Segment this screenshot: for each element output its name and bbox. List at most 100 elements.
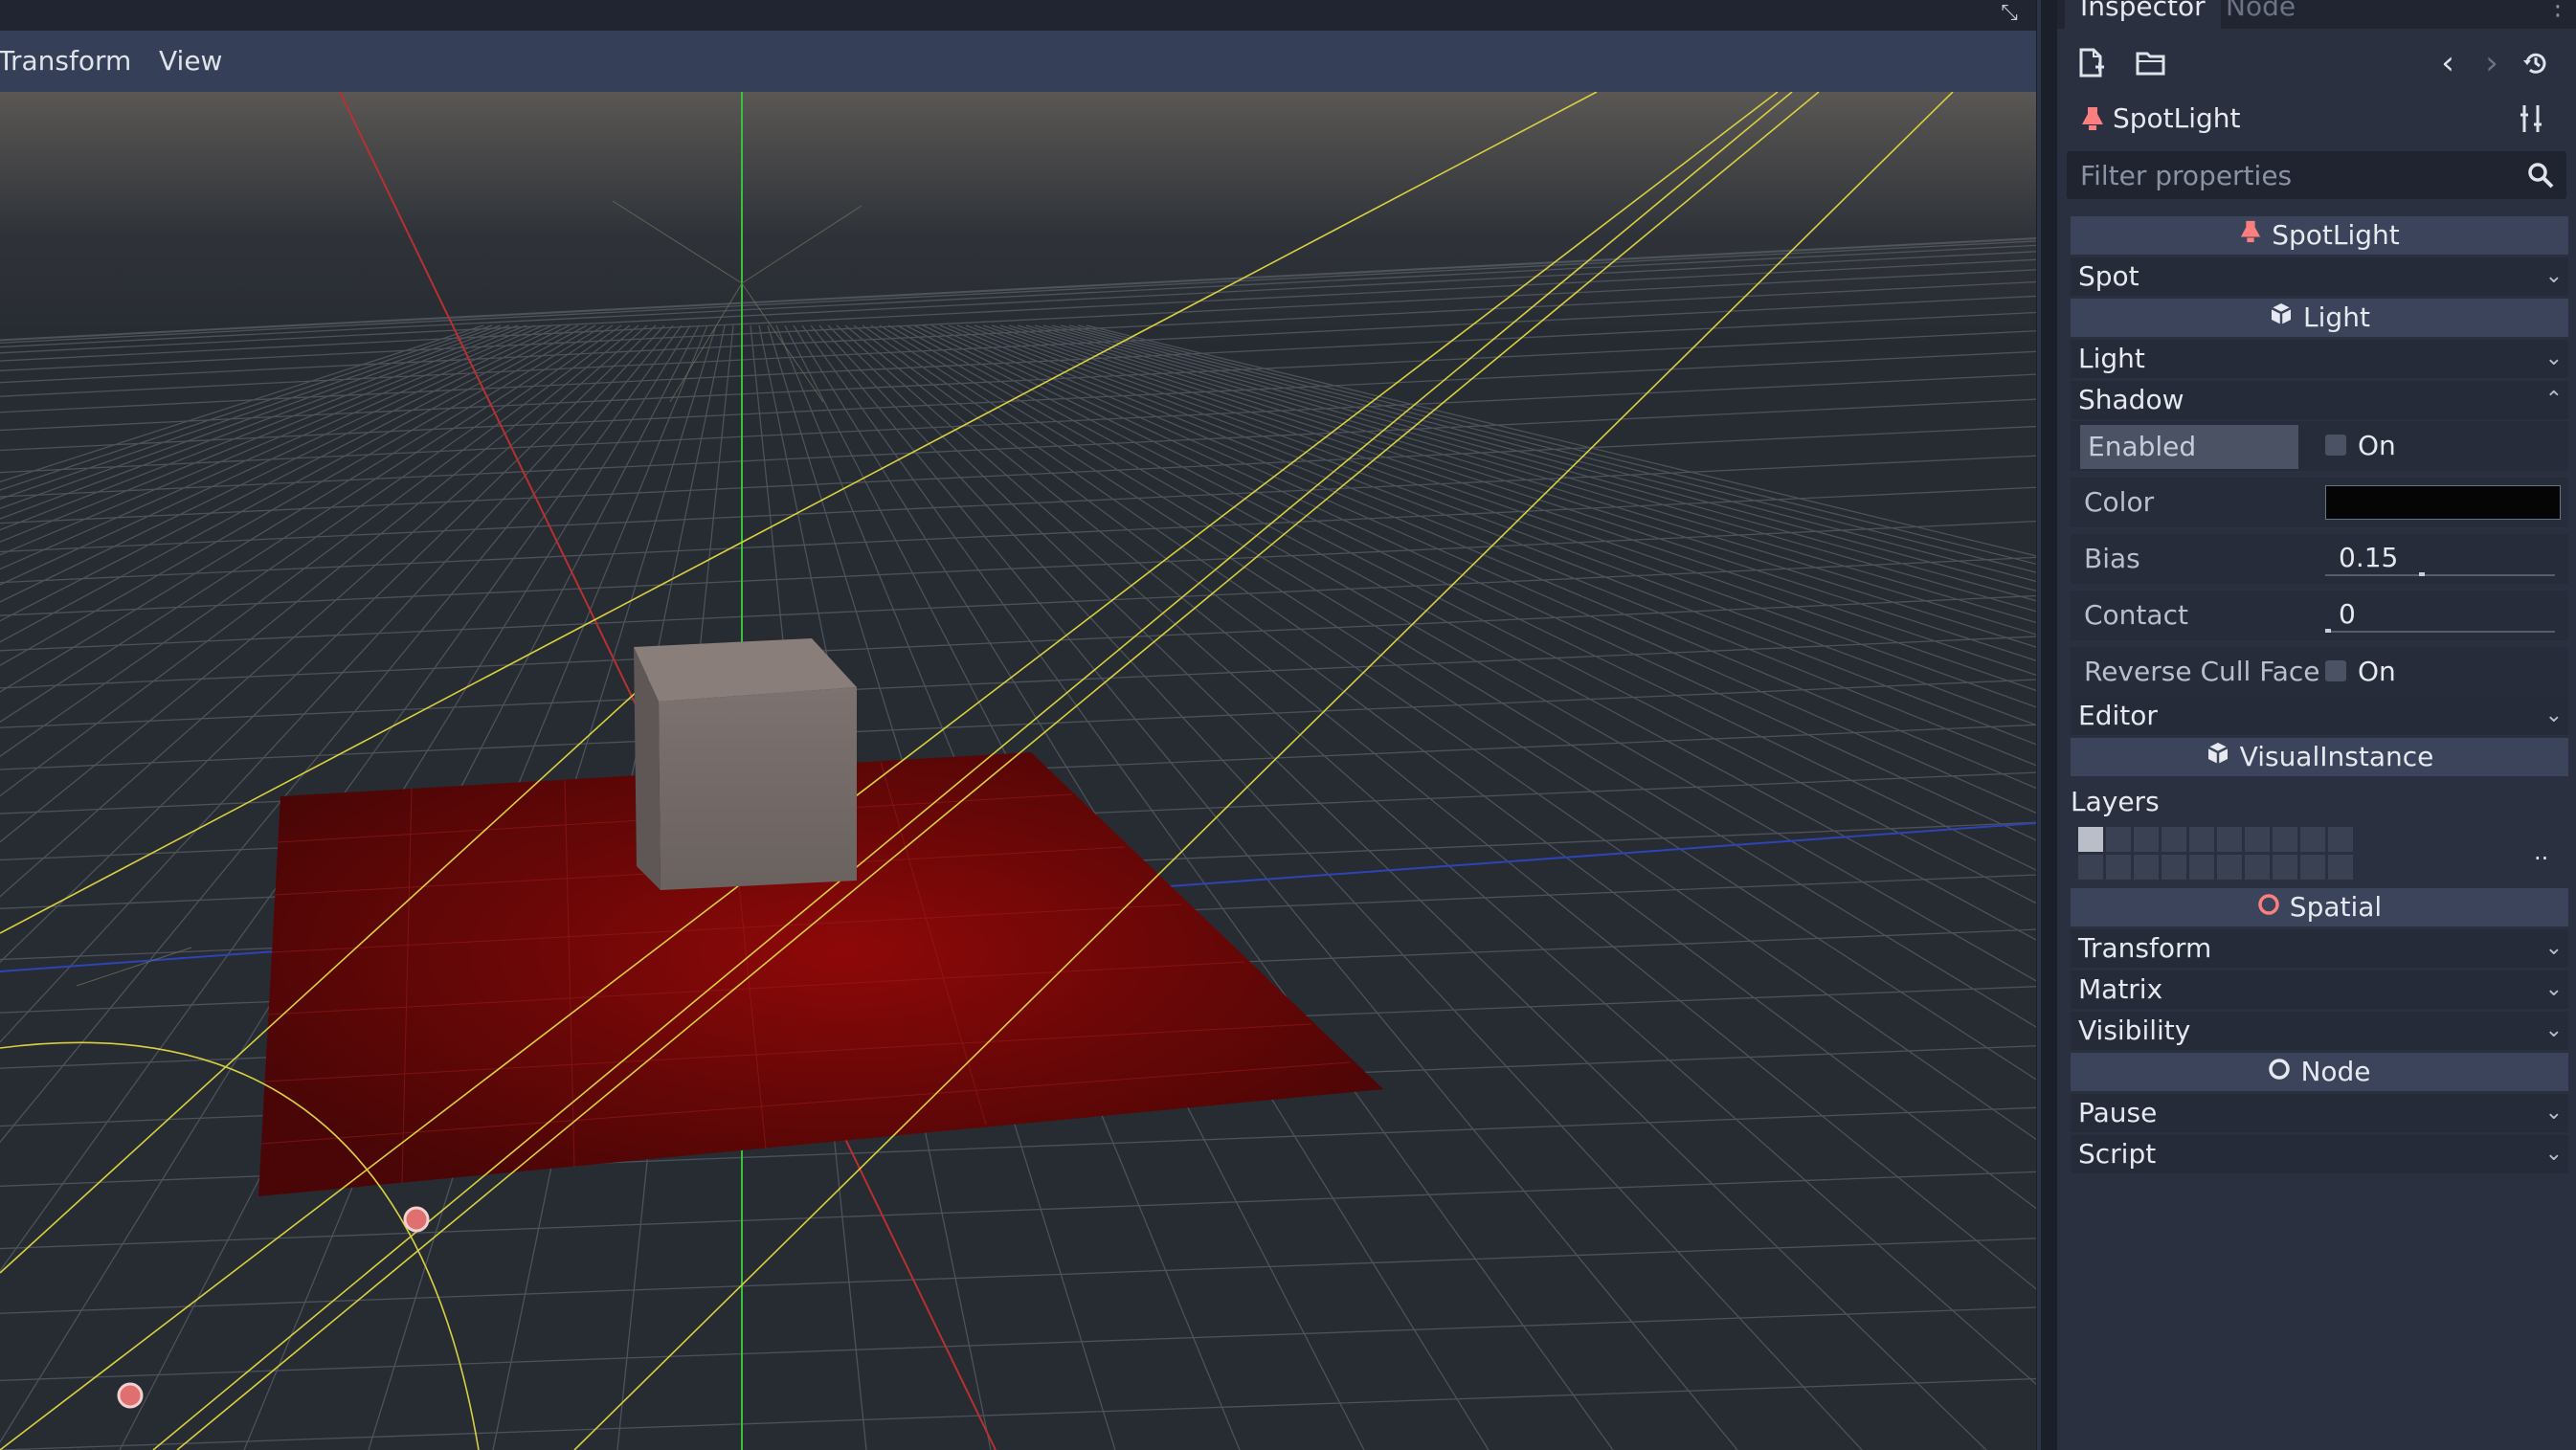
layer-cell[interactable]	[2328, 855, 2353, 880]
prop-shadow-enabled: Enabled On	[2071, 421, 2568, 471]
layer-cell[interactable]	[2134, 827, 2159, 852]
layer-cell[interactable]	[2273, 827, 2297, 852]
section-spotlight: SpotLight	[2071, 216, 2568, 255]
expand-icon[interactable]: ⤡	[1995, 2, 2024, 25]
panel-divider-line	[2037, 0, 2041, 1450]
layer-cell[interactable]	[2134, 855, 2159, 880]
layers-grid[interactable]	[2078, 827, 2356, 881]
layer-cell[interactable]	[2245, 827, 2270, 852]
shadow-color-picker[interactable]	[2318, 478, 2568, 527]
layer-cell[interactable]	[2078, 855, 2103, 880]
layer-cell[interactable]	[2328, 827, 2353, 852]
layer-cell[interactable]	[2300, 827, 2325, 852]
section-visual-instance-label: VisualInstance	[2239, 741, 2434, 772]
chevron-down-icon: ⌄	[2544, 936, 2563, 960]
reverse-cull-face-value: On	[2358, 656, 2396, 687]
inspector-panel: Inspector Node ⋮ ‹ › SpotLight SpotLight	[2057, 0, 2576, 1450]
section-light: Light	[2071, 299, 2568, 337]
layer-cell[interactable]	[2217, 827, 2242, 852]
tab-node[interactable]: Node	[2210, 0, 2311, 29]
reverse-cull-face-checkbox[interactable]: On	[2318, 647, 2568, 697]
light-handle-2[interactable]	[117, 1382, 144, 1409]
chevron-down-icon: ⌄	[2544, 346, 2563, 370]
group-matrix[interactable]: Matrix ⌄	[2071, 970, 2568, 1009]
checkbox-icon	[2325, 660, 2346, 681]
layer-cell[interactable]	[2106, 827, 2131, 852]
layer-cell[interactable]	[2106, 855, 2131, 880]
dock-menu-icon[interactable]: ⋮	[2545, 0, 2570, 21]
group-pause-label: Pause	[2078, 1097, 2158, 1128]
slider-track	[2325, 574, 2555, 576]
group-pause[interactable]: Pause ⌄	[2071, 1094, 2568, 1132]
chevron-down-icon: ⌄	[2544, 703, 2563, 727]
back-arrow-icon[interactable]: ‹	[2429, 44, 2467, 82]
section-spotlight-label: SpotLight	[2272, 219, 2400, 251]
object-tools-icon[interactable]	[2515, 101, 2549, 136]
prop-reverse-cull-face-label: Reverse Cull Face	[2084, 656, 2320, 687]
shadow-enabled-value: On	[2358, 430, 2396, 461]
spotlight-class-icon	[2239, 216, 2262, 255]
layer-cell[interactable]	[2162, 827, 2186, 852]
open-resource-icon[interactable]	[2132, 44, 2170, 82]
history-icon[interactable]	[2517, 44, 2555, 82]
view-menu[interactable]: View	[153, 31, 228, 92]
group-light[interactable]: Light ⌄	[2071, 340, 2568, 378]
chevron-down-icon: ⌄	[2544, 1142, 2563, 1166]
checkbox-icon	[2325, 435, 2346, 456]
spotlight-icon	[2080, 105, 2105, 132]
group-spot-label: Spot	[2078, 260, 2139, 292]
layer-cell[interactable]	[2162, 855, 2186, 880]
group-visibility[interactable]: Visibility ⌄	[2071, 1012, 2568, 1050]
layer-cell[interactable]	[2078, 827, 2103, 852]
section-spatial-label: Spatial	[2289, 891, 2383, 923]
group-visibility-label: Visibility	[2078, 1015, 2191, 1046]
layer-cell[interactable]	[2300, 855, 2325, 880]
chevron-down-icon: ⌄	[2544, 1018, 2563, 1042]
group-transform[interactable]: Transform ⌄	[2071, 929, 2568, 968]
group-shadow-label: Shadow	[2078, 384, 2184, 415]
slider-grabber[interactable]	[2419, 572, 2425, 576]
new-resource-icon[interactable]	[2072, 44, 2111, 82]
group-spot[interactable]: Spot ⌄	[2071, 257, 2568, 296]
layer-cell[interactable]	[2217, 855, 2242, 880]
light-handle-1[interactable]	[403, 1206, 430, 1233]
group-script-label: Script	[2078, 1138, 2157, 1170]
edited-object-row: SpotLight	[2057, 100, 2576, 138]
layer-cell[interactable]	[2189, 855, 2214, 880]
viewport-top-strip: ⤡	[0, 0, 2036, 31]
forward-arrow-icon[interactable]: ›	[2473, 44, 2511, 82]
prop-reverse-cull-face: Reverse Cull Face On	[2071, 647, 2568, 697]
search-icon[interactable]	[2526, 161, 2555, 190]
section-visual-instance: VisualInstance	[2071, 738, 2568, 776]
edited-object-name[interactable]: SpotLight	[2113, 100, 2241, 138]
filter-properties-input[interactable]	[2067, 151, 2520, 199]
group-transform-label: Transform	[2078, 932, 2212, 964]
section-node-label: Node	[2300, 1056, 2371, 1087]
layer-cell[interactable]	[2245, 855, 2270, 880]
section-spatial: Spatial	[2071, 888, 2568, 926]
section-light-label: Light	[2303, 301, 2370, 333]
shadow-bias-slider[interactable]: 0.15	[2318, 534, 2568, 584]
layers-label: Layers	[2071, 786, 2160, 817]
layers-more-button[interactable]: ..	[2534, 838, 2548, 865]
color-swatch	[2325, 485, 2561, 520]
group-script[interactable]: Script ⌄	[2071, 1135, 2568, 1173]
filter-properties-box	[2067, 151, 2566, 199]
group-matrix-label: Matrix	[2078, 973, 2163, 1005]
shadow-contact-slider[interactable]: 0	[2318, 591, 2568, 640]
layer-cell[interactable]	[2273, 855, 2297, 880]
transform-menu[interactable]: Transform	[0, 31, 137, 92]
dock-tab-bar: Inspector Node ⋮	[2057, 0, 2576, 29]
cube-mesh	[634, 638, 857, 890]
light-class-icon	[2269, 299, 2294, 337]
tab-inspector[interactable]: Inspector	[2065, 0, 2221, 29]
group-editor[interactable]: Editor ⌄	[2071, 697, 2568, 735]
slider-grabber[interactable]	[2325, 629, 2331, 633]
shadow-enabled-checkbox[interactable]: On	[2318, 421, 2568, 471]
node-icon	[2268, 1053, 2291, 1091]
group-shadow[interactable]: Shadow ⌃	[2071, 381, 2568, 419]
slider-track	[2325, 631, 2555, 633]
3d-scene[interactable]	[0, 92, 2036, 1450]
layer-cell[interactable]	[2189, 827, 2214, 852]
viewport-panel[interactable]: ⤡ Transform View	[0, 0, 2036, 1450]
